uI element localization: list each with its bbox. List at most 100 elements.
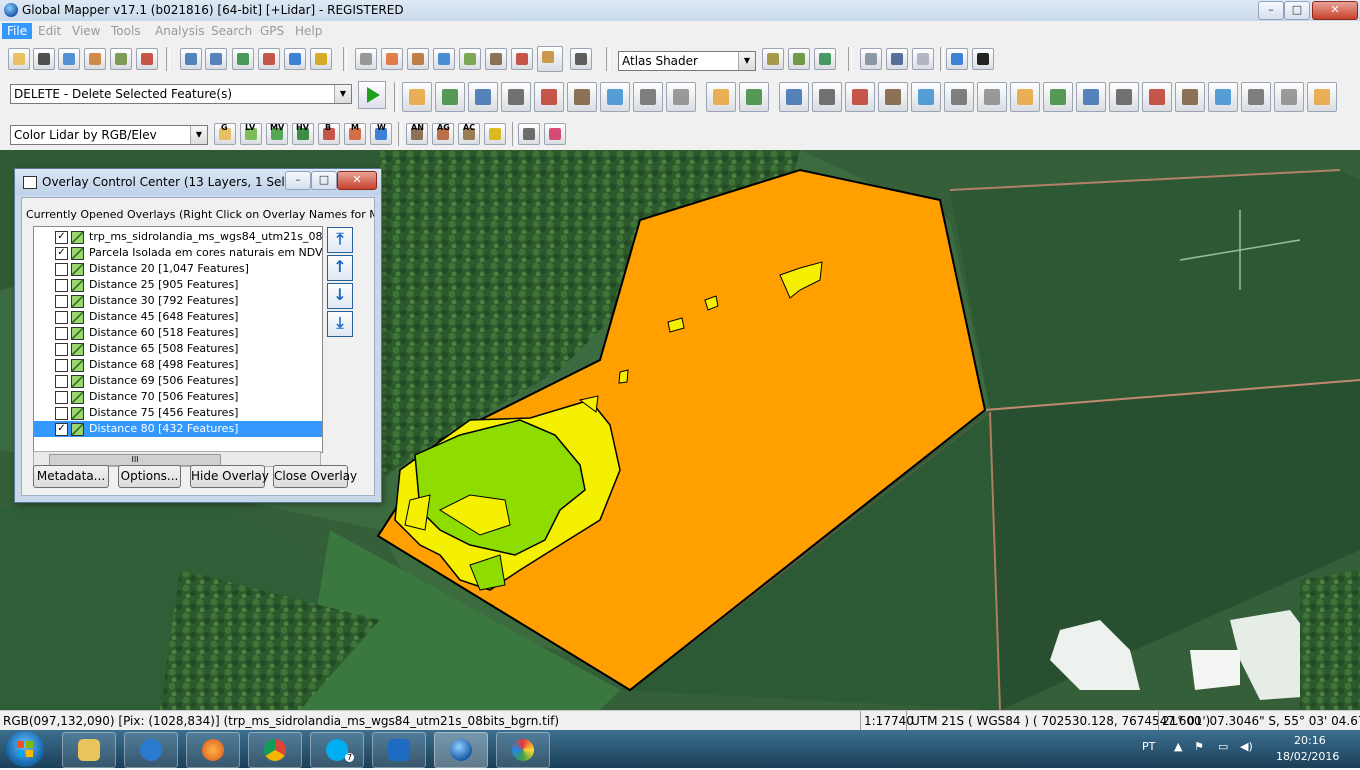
shader-options-icon[interactable]: [762, 48, 784, 70]
move-top-button[interactable]: ⤒: [327, 227, 353, 253]
taskbar-skype[interactable]: 7: [310, 732, 364, 768]
flag-icon[interactable]: ⚑: [1194, 740, 1204, 753]
close-button[interactable]: ✕: [1312, 1, 1358, 20]
play-button[interactable]: [358, 81, 386, 109]
join-icon[interactable]: [1241, 82, 1271, 112]
clip-icon[interactable]: [1142, 82, 1172, 112]
volume-icon[interactable]: ◀): [1240, 740, 1253, 753]
info-icon[interactable]: [433, 48, 455, 70]
start-button[interactable]: [6, 731, 44, 767]
analysis-an-button[interactable]: AN: [406, 123, 428, 145]
overlay-visibility-checkbox[interactable]: [55, 295, 68, 308]
close-overlay-button[interactable]: Close Overlay: [273, 465, 357, 488]
overlay-list-item[interactable]: Distance 60 [518 Features]: [34, 325, 322, 341]
overlay-visibility-checkbox[interactable]: [55, 263, 68, 276]
simplify-icon[interactable]: [845, 82, 875, 112]
overlay-visibility-checkbox[interactable]: ✓: [55, 231, 68, 244]
north-arrow-icon[interactable]: [972, 48, 994, 70]
open-folder-icon[interactable]: [8, 48, 30, 70]
overlay-list-item[interactable]: Distance 70 [506 Features]: [34, 389, 322, 405]
rotate-icon[interactable]: [739, 82, 769, 112]
overlay-list[interactable]: ✓ trp_ms_sidrolandia_ms_wgs84_utm21s_08bi…: [33, 226, 323, 453]
overlay-list-item[interactable]: Distance 68 [498 Features]: [34, 357, 322, 373]
overlay-list-item[interactable]: Distance 20 [1,047 Features]: [34, 261, 322, 277]
crop-icon[interactable]: [977, 82, 1007, 112]
close-shape-icon[interactable]: [1274, 82, 1304, 112]
language-indicator[interactable]: PT: [1142, 740, 1155, 753]
overlay-visibility-checkbox[interactable]: [55, 343, 68, 356]
overlay-visibility-checkbox[interactable]: [55, 279, 68, 292]
move-down-button[interactable]: ↓: [327, 283, 353, 309]
overlay-list-item[interactable]: ✓ Distance 80 [432 Features]: [34, 421, 322, 437]
grid-create-icon[interactable]: [666, 82, 696, 112]
dialog-close-button[interactable]: ✕: [337, 171, 377, 190]
grid-icon[interactable]: [310, 48, 332, 70]
menu-tools[interactable]: Tools: [106, 23, 146, 39]
overlay-list-item[interactable]: Distance 75 [456 Features]: [34, 405, 322, 421]
digitize-icon[interactable]: [511, 48, 533, 70]
shape-icon[interactable]: [1175, 82, 1205, 112]
move-icon[interactable]: [706, 82, 736, 112]
zoom-out-icon[interactable]: [205, 48, 227, 70]
scale-icon[interactable]: [1109, 82, 1139, 112]
create-line-icon[interactable]: [435, 82, 465, 112]
overlay-visibility-checkbox[interactable]: [55, 391, 68, 404]
analysis-extra-icon[interactable]: [484, 123, 506, 145]
binoculars-icon[interactable]: [570, 48, 592, 70]
taskbar-paint[interactable]: [496, 732, 550, 768]
overlay-list-item[interactable]: Distance 30 [792 Features]: [34, 293, 322, 309]
lidar-tower-button[interactable]: M: [344, 123, 366, 145]
dropdown-tool-icon[interactable]: [537, 46, 563, 72]
create-point-icon[interactable]: [468, 82, 498, 112]
overlay-list-item[interactable]: Distance 65 [508 Features]: [34, 341, 322, 357]
pan-hand-icon[interactable]: [381, 48, 403, 70]
menu-view[interactable]: View: [67, 23, 105, 39]
zoom-in-icon[interactable]: [180, 48, 202, 70]
menu-edit[interactable]: Edit: [33, 23, 66, 39]
taskbar-chrome[interactable]: [248, 732, 302, 768]
hide-overlay-button[interactable]: Hide Overlay: [190, 465, 269, 488]
overlay-visibility-checkbox[interactable]: [55, 375, 68, 388]
options-button[interactable]: Options...: [118, 465, 181, 488]
overlay-visibility-checkbox[interactable]: [55, 311, 68, 324]
overlay-list-item[interactable]: ✓ Parcela Isolada em cores naturais em ND…: [34, 245, 322, 261]
overlay-visibility-checkbox[interactable]: ✓: [55, 247, 68, 260]
intersect-icon[interactable]: [1043, 82, 1073, 112]
taskbar-global-mapper[interactable]: [434, 732, 488, 768]
overlay-list-item[interactable]: Distance 69 [506 Features]: [34, 373, 322, 389]
taskbar-outlook[interactable]: [372, 732, 426, 768]
color-grid-icon[interactable]: [544, 123, 566, 145]
layers-icon[interactable]: [110, 48, 132, 70]
lidar-color-select[interactable]: Color Lidar by RGB/Elev ▼: [10, 125, 208, 145]
dialog-minimize-button[interactable]: –: [285, 171, 311, 190]
digitizer-select[interactable]: DELETE - Delete Selected Feature(s) ▼: [10, 84, 352, 104]
show-hidden-icons-icon[interactable]: ▲: [1174, 740, 1182, 753]
analysis-ag-button[interactable]: AG: [432, 123, 454, 145]
undo-shape-icon[interactable]: [1307, 82, 1337, 112]
edit-vertices-icon[interactable]: [501, 82, 531, 112]
menu-search[interactable]: Search: [206, 23, 257, 39]
clock-time[interactable]: 20:16: [1294, 734, 1326, 747]
difference-icon[interactable]: [1076, 82, 1106, 112]
3d-view-icon[interactable]: [788, 48, 810, 70]
clock-date[interactable]: 18/02/2016: [1276, 750, 1339, 763]
cross-section-icon[interactable]: [518, 123, 540, 145]
overlay-list-item[interactable]: Distance 45 [648 Features]: [34, 309, 322, 325]
overlay-visibility-checkbox[interactable]: [55, 407, 68, 420]
globe-icon[interactable]: [58, 48, 80, 70]
minimize-button[interactable]: –: [1258, 1, 1284, 20]
move-bottom-button[interactable]: ⤓: [327, 311, 353, 337]
overlay-list-item[interactable]: Distance 25 [905 Features]: [34, 277, 322, 293]
star-icon[interactable]: [912, 48, 934, 70]
lidar-med-veg-button[interactable]: MV: [266, 123, 288, 145]
tools-icon[interactable]: [136, 48, 158, 70]
magnifier-icon[interactable]: [355, 48, 377, 70]
zoom-full-icon[interactable]: [232, 48, 254, 70]
overlay-visibility-checkbox[interactable]: [55, 327, 68, 340]
lidar-ground-button[interactable]: G: [214, 123, 236, 145]
erase-icon[interactable]: [779, 82, 809, 112]
measure-icon[interactable]: [407, 48, 429, 70]
combine-icon[interactable]: [944, 82, 974, 112]
dialog-title-bar[interactable]: Overlay Control Center (13 Layers, 1 Sel…: [15, 169, 381, 195]
dialog-maximize-button[interactable]: □: [311, 171, 337, 190]
